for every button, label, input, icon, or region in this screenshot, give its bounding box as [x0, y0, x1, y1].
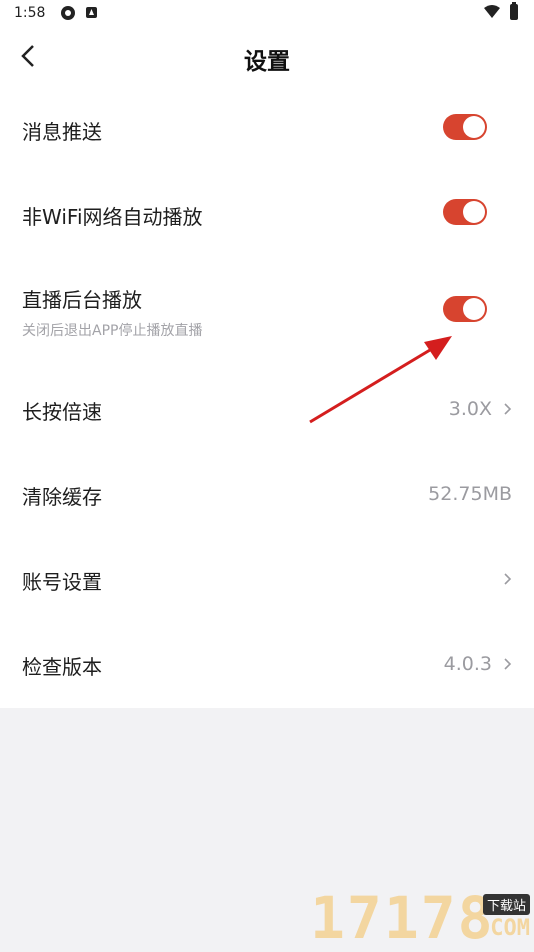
battery-icon: [510, 2, 518, 20]
toggle-knob: [463, 298, 485, 320]
app-notification-icon: [61, 6, 75, 20]
chevron-right-icon: [504, 658, 512, 670]
setting-value: 52.75MB: [428, 483, 512, 505]
setting-label: 非WiFi网络自动播放: [22, 205, 203, 229]
annotation-arrow: [309, 336, 452, 424]
setting-label: 长按倍速: [22, 400, 102, 424]
setting-row-push: 消息推送: [0, 86, 534, 171]
setting-row-check-version[interactable]: 检查版本 4.0.3: [0, 621, 534, 706]
app-badge-icon: [86, 7, 97, 18]
toggle-knob: [463, 201, 485, 223]
setting-row-account[interactable]: 账号设置: [0, 536, 534, 621]
setting-row-clear-cache[interactable]: 清除缓存 52.75MB: [0, 451, 534, 536]
toggle-knob: [463, 116, 485, 138]
setting-sublabel: 关闭后退出APP停止播放直播: [22, 323, 203, 339]
live-background-toggle[interactable]: [443, 296, 487, 322]
setting-label: 消息推送: [22, 120, 102, 144]
page-title: 设置: [244, 49, 290, 75]
setting-label: 清除缓存: [22, 485, 102, 509]
status-time: 1:58: [14, 5, 46, 21]
wifi-autoplay-toggle[interactable]: [443, 199, 487, 225]
push-toggle[interactable]: [443, 114, 487, 140]
watermark-domain: .COM: [477, 916, 530, 941]
setting-label: 账号设置: [22, 570, 102, 594]
setting-row-wifi-autoplay: 非WiFi网络自动播放: [0, 171, 534, 256]
setting-label: 直播后台播放: [22, 288, 142, 312]
setting-label: 检查版本: [22, 655, 102, 679]
setting-value: 4.0.3: [443, 653, 492, 675]
watermark-logo: 17178 下载站 .COM: [310, 886, 534, 950]
wifi-icon: [484, 5, 500, 18]
watermark-tag: 下载站: [482, 894, 530, 915]
watermark-number: 17178: [310, 884, 495, 952]
nav-bar: 设置: [0, 28, 534, 86]
chevron-right-icon: [504, 403, 512, 415]
chevron-right-icon: [504, 573, 512, 585]
status-bar: 1:58: [0, 0, 534, 28]
